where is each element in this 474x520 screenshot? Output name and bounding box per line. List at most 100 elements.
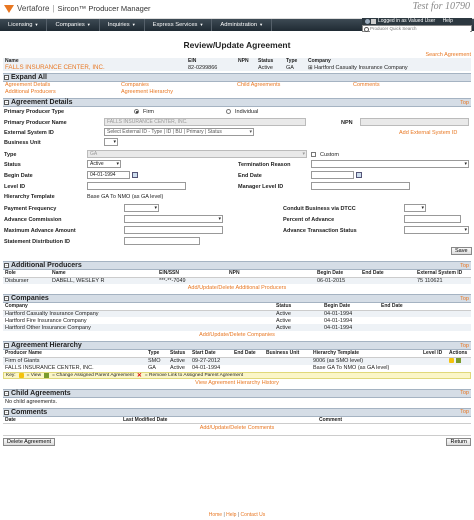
view-icon bbox=[18, 372, 24, 378]
table-row: Firm of Giants SMO Active 09-27-2012 900… bbox=[3, 357, 471, 365]
nav-administration[interactable]: Administration ▼ bbox=[212, 19, 273, 31]
type-select[interactable]: GA bbox=[87, 150, 307, 158]
return-button[interactable]: Return bbox=[446, 438, 471, 446]
manager-level-id-field[interactable] bbox=[311, 182, 410, 190]
collapse-icon[interactable]: − bbox=[4, 390, 9, 396]
expand-all-section: − Expand All Agreement Details Companies … bbox=[3, 73, 471, 96]
app-suffix: Producer Manager bbox=[88, 4, 151, 13]
top-link[interactable]: Top bbox=[460, 390, 471, 396]
nav-licensing[interactable]: Licensing ▼ bbox=[0, 19, 48, 31]
comments-section: − Comments Top Date Last Modified Date Com… bbox=[3, 407, 471, 431]
nav-companies[interactable]: Companies ▼ bbox=[47, 19, 100, 31]
hierarchy-template-value: Base GA To NMO (as GA level) bbox=[87, 194, 164, 200]
percent-advance-field[interactable] bbox=[404, 215, 461, 223]
chevron-down-icon: ▼ bbox=[259, 22, 264, 27]
table-row: Hartford Casualty Insurance Company Acti… bbox=[3, 310, 471, 317]
nav-inquiries[interactable]: Inquiries ▼ bbox=[100, 19, 145, 31]
link-agreement-hierarchy[interactable]: Agreement Hierarchy bbox=[121, 89, 237, 96]
test-banner: Test for 10790 bbox=[412, 1, 470, 12]
npn-field[interactable] bbox=[360, 118, 469, 126]
status-select[interactable]: Active bbox=[87, 160, 121, 168]
firm-radio[interactable] bbox=[134, 109, 139, 114]
footer-help-link[interactable]: Help bbox=[226, 512, 236, 518]
details-form: Primary Producer Type Firm Individual Pr… bbox=[3, 107, 472, 259]
change-parent-icon bbox=[44, 372, 50, 378]
business-unit-select[interactable] bbox=[104, 138, 118, 146]
advance-tx-status-select[interactable] bbox=[404, 226, 469, 234]
change-parent-icon[interactable] bbox=[455, 357, 461, 363]
primary-producer-name-field[interactable]: FALLS INSURANCE CENTER, INC. bbox=[104, 118, 306, 126]
agreement-details-section: − Agreement Details Top Primary Producer T… bbox=[3, 98, 472, 259]
advance-commission-select[interactable] bbox=[124, 215, 223, 223]
top-link[interactable]: Top bbox=[460, 296, 471, 302]
nav-express-services[interactable]: Express Services ▼ bbox=[145, 19, 213, 31]
level-id-field[interactable] bbox=[87, 182, 186, 190]
external-system-id-select[interactable]: Select External ID - Type | ID | BU | Pr… bbox=[104, 128, 254, 136]
top-link[interactable]: Top bbox=[460, 343, 471, 349]
add-external-system-id-link[interactable]: Add External System ID bbox=[399, 130, 457, 136]
calendar-icon[interactable] bbox=[356, 172, 362, 178]
quick-search bbox=[362, 25, 472, 32]
expand-plus-icon[interactable]: ⊞ bbox=[308, 65, 313, 71]
link-comments[interactable]: Comments bbox=[353, 82, 469, 89]
collapse-icon[interactable]: − bbox=[4, 75, 9, 80]
table-row: FALLS INSURANCE CENTER, INC. GA Active 0… bbox=[5, 365, 390, 371]
payment-frequency-select[interactable] bbox=[124, 204, 159, 212]
child-agreements-section: − Child Agreements Top No child agreements… bbox=[3, 388, 471, 405]
collapse-icon[interactable]: − bbox=[4, 263, 9, 268]
agreement-hierarchy-section: − Agreement Hierarchy Top Producer Name Ty… bbox=[3, 341, 471, 386]
max-advance-field[interactable] bbox=[124, 226, 223, 234]
top-link[interactable]: Top bbox=[460, 263, 471, 269]
search-agreement-link[interactable]: Search Agreement bbox=[425, 52, 471, 58]
update-additional-producers-link[interactable]: Add/Update/Delete Additional Producers bbox=[188, 285, 286, 291]
top-link[interactable]: Top bbox=[460, 100, 471, 106]
view-icon[interactable] bbox=[449, 357, 454, 363]
termination-reason-select[interactable] bbox=[311, 160, 469, 168]
custom-checkbox[interactable] bbox=[311, 152, 316, 157]
link-additional-producers[interactable]: Additional Producers bbox=[5, 89, 121, 96]
comments-table: Date Last Modified Date Comment bbox=[3, 416, 471, 424]
footer-contact-link[interactable]: Contact Us bbox=[241, 512, 266, 518]
link-child-agreements[interactable]: Child Agreements bbox=[237, 82, 353, 89]
begin-date-field[interactable]: 04-01-1994 bbox=[87, 171, 130, 179]
app-name: Sircon bbox=[57, 4, 79, 13]
collapse-icon[interactable]: − bbox=[4, 409, 9, 415]
table-row: Disburser DABELL, WESLEY R ***-**-7049 0… bbox=[3, 277, 471, 284]
view-hierarchy-history-link[interactable]: View Agreement Hierarchy History bbox=[195, 380, 279, 386]
end-date-field[interactable] bbox=[311, 171, 354, 179]
save-button[interactable]: Save bbox=[451, 247, 472, 255]
collapse-icon[interactable]: − bbox=[4, 100, 9, 105]
agreement-summary: Name EIN NPN Status Type Company FALLS I… bbox=[3, 58, 471, 71]
statement-dist-field[interactable] bbox=[124, 237, 200, 245]
no-child-agreements: No child agreements. bbox=[5, 398, 57, 405]
collapse-icon[interactable]: − bbox=[4, 343, 9, 348]
summary-type: GA bbox=[286, 64, 294, 71]
top-link[interactable]: Top bbox=[460, 409, 471, 415]
search-icon[interactable] bbox=[363, 26, 370, 32]
chevron-down-icon: ▼ bbox=[34, 22, 39, 27]
delete-agreement-button[interactable]: Delete Agreement bbox=[3, 438, 56, 446]
chevron-down-icon: ▼ bbox=[86, 22, 91, 27]
update-companies-link[interactable]: Add/Update/Delete Companies bbox=[199, 332, 275, 338]
help-link[interactable]: Help bbox=[443, 18, 453, 24]
update-comments-link[interactable]: Add/Update/Delete Comments bbox=[200, 425, 275, 431]
producer-quick-search-input[interactable] bbox=[370, 25, 470, 32]
footer-home-link[interactable]: Home bbox=[209, 512, 222, 518]
individual-radio[interactable] bbox=[226, 109, 231, 114]
collapse-icon[interactable]: − bbox=[4, 296, 9, 301]
producer-name-link[interactable]: FALLS INSURANCE CENTER, INC. bbox=[5, 64, 105, 71]
hierarchy-key: Key: = View = Change Assigned Parent Agr… bbox=[3, 371, 471, 379]
vertafore-logo-icon bbox=[4, 4, 14, 13]
companies-section: − Companies Top Company Status Begin Date … bbox=[3, 294, 471, 338]
expand-all-title[interactable]: Expand All bbox=[11, 74, 47, 81]
hierarchy-table: Producer Name Type Status Start Date End… bbox=[3, 350, 471, 372]
page-title: Review/Update Agreement bbox=[183, 40, 291, 50]
user-icon[interactable] bbox=[365, 19, 370, 24]
conduit-select[interactable] bbox=[404, 204, 426, 212]
help-icon[interactable] bbox=[371, 19, 376, 24]
link-companies[interactable]: Companies bbox=[121, 82, 237, 89]
link-agreement-details[interactable]: Agreement Details bbox=[5, 82, 121, 89]
vertafore-logo: Vertafore | Sircon™ Producer Manager bbox=[4, 4, 151, 13]
calendar-icon[interactable] bbox=[132, 172, 138, 178]
top-header: Vertafore | Sircon™ Producer Manager Tes… bbox=[0, 0, 474, 19]
